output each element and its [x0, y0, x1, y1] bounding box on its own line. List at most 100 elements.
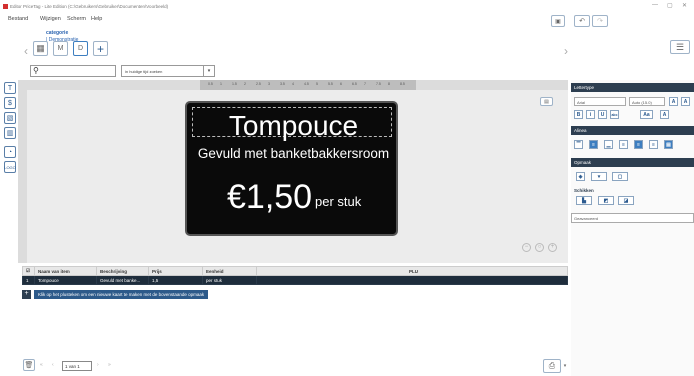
- last-page-button[interactable]: »: [108, 362, 111, 368]
- row-price[interactable]: 1,5: [148, 275, 203, 285]
- italic-button[interactable]: i: [586, 110, 595, 119]
- redo-icon[interactable]: ↷: [592, 15, 608, 27]
- barcode-tool-icon[interactable]: ▥: [4, 127, 16, 139]
- card-price[interactable]: €1,50: [227, 178, 312, 217]
- category-label: categorie: [46, 30, 69, 36]
- distribute-icon[interactable]: ◪: [618, 196, 634, 205]
- table-row[interactable]: 1 Tompouce Gevuld met banke... 1,5 per s…: [22, 275, 568, 285]
- row-unit[interactable]: per stuk: [202, 275, 257, 285]
- underline-button[interactable]: U: [598, 110, 607, 119]
- ruler-label: 4.5: [304, 82, 309, 86]
- first-page-button[interactable]: «: [40, 362, 43, 368]
- zoom-fit-icon[interactable]: ○: [535, 243, 544, 252]
- ruler-label: 8.5: [400, 82, 405, 86]
- col-header-name[interactable]: Naam van item: [34, 266, 97, 276]
- align-middle-icon[interactable]: ≡: [589, 140, 598, 149]
- text-tool-icon[interactable]: T: [4, 82, 16, 94]
- items-table: ☑ Naam van item Beschrijving Prijs Eenhe…: [22, 266, 568, 285]
- panel-header-opmaak: Opmaak: [571, 158, 694, 167]
- template-thumbnail-icon[interactable]: ▦: [33, 41, 48, 56]
- window-title: Editor PriceTag - Lite Edition (C:\Gebru…: [10, 4, 169, 9]
- card-unit[interactable]: per stuk: [315, 194, 361, 209]
- search-scope-select[interactable]: in huidige tijd zoeken ▾: [121, 65, 215, 77]
- ruler-label: 1: [220, 82, 222, 86]
- zoom-in-icon[interactable]: +: [548, 243, 557, 252]
- next-template-icon[interactable]: ›: [562, 44, 570, 58]
- menu-help[interactable]: Help: [91, 16, 102, 22]
- layer-icon[interactable]: ◩: [598, 196, 614, 205]
- select-all-checkbox[interactable]: ☑: [22, 266, 35, 276]
- ruler-label: 3.5: [280, 82, 285, 86]
- shape-tool-icon[interactable]: ◔: [4, 146, 16, 158]
- font-shrink-icon[interactable]: A: [681, 97, 690, 106]
- menu-wijzigen[interactable]: Wijzigen: [40, 16, 61, 22]
- border-color-icon[interactable]: ▾: [591, 172, 607, 181]
- geavanceerd-section[interactable]: Geavanceerd: [571, 213, 694, 223]
- align-top-icon[interactable]: ▔: [574, 140, 583, 149]
- undo-icon[interactable]: ↶: [574, 15, 590, 27]
- title-bar: Editor PriceTag - Lite Edition (C:\Gebru…: [0, 0, 694, 14]
- fill-icon[interactable]: ◈: [576, 172, 585, 181]
- template-m-icon[interactable]: M: [53, 41, 68, 56]
- border-style-icon[interactable]: ▢: [612, 172, 628, 181]
- maximize-button[interactable]: ▢: [667, 2, 673, 9]
- ruler-label: 5.5: [328, 82, 333, 86]
- delete-icon[interactable]: 🗑: [23, 359, 35, 371]
- col-header-price[interactable]: Prijs: [148, 266, 203, 276]
- print-icon[interactable]: ⎙: [543, 359, 561, 373]
- add-template-icon[interactable]: +: [93, 41, 108, 56]
- save-icon[interactable]: ▣: [551, 15, 565, 27]
- page-indicator[interactable]: 1 van 1: [62, 361, 92, 371]
- zoom-out-icon[interactable]: −: [522, 243, 531, 252]
- align-justify-icon[interactable]: ▤: [664, 140, 673, 149]
- font-size-select[interactable]: Auto (15.0): [629, 97, 665, 106]
- prev-page-button[interactable]: ‹: [52, 362, 54, 368]
- minimize-button[interactable]: —: [652, 2, 658, 8]
- card-item-name[interactable]: Tompouce: [187, 110, 400, 142]
- add-card-hint: Klik op het plusteken om een nieuwe kaar…: [34, 290, 209, 299]
- panel-header-alinea: Alinea: [571, 126, 694, 135]
- row-number[interactable]: 1: [22, 275, 35, 285]
- next-page-button[interactable]: ›: [97, 362, 99, 368]
- col-header-plu[interactable]: PLU: [256, 266, 568, 276]
- align-bottom-icon[interactable]: ▁: [604, 140, 613, 149]
- chevron-down-icon[interactable]: ▾: [203, 66, 214, 76]
- close-button[interactable]: ✕: [682, 2, 687, 9]
- align-right-icon[interactable]: ≡: [649, 140, 658, 149]
- card-description[interactable]: Gevuld met banketbakkersroom: [187, 146, 400, 161]
- font-grow-icon[interactable]: A: [669, 97, 678, 106]
- panel-header-lettertype: Lettertype: [571, 83, 694, 92]
- case-button[interactable]: Aa: [640, 110, 653, 119]
- ruler-label: 7.5: [376, 82, 381, 86]
- col-header-description[interactable]: Beschrijving: [96, 266, 149, 276]
- bold-button[interactable]: B: [574, 110, 583, 119]
- logo-tool-icon[interactable]: LOGO: [4, 161, 16, 173]
- align-center-icon[interactable]: ≡: [634, 140, 643, 149]
- align-left-icon[interactable]: ≡: [619, 140, 628, 149]
- price-card[interactable]: Tompouce Gevuld met banketbakkersroom €1…: [185, 101, 398, 236]
- schikken-label: Schikken: [574, 188, 594, 193]
- print-options-chevron-icon[interactable]: ▾: [562, 359, 568, 373]
- ruler-label: 6: [340, 82, 342, 86]
- image-tool-icon[interactable]: ▧: [4, 112, 16, 124]
- ruler-label: 8: [388, 82, 390, 86]
- row-name[interactable]: Tompouce: [34, 275, 97, 285]
- card-options-icon[interactable]: ▤: [540, 97, 553, 106]
- row-description[interactable]: Gevuld met banke...: [96, 275, 149, 285]
- col-header-unit[interactable]: Eenheid: [202, 266, 257, 276]
- ruler-label: 5: [316, 82, 318, 86]
- prev-template-icon[interactable]: ‹: [22, 44, 30, 58]
- search-input[interactable]: ⚲: [30, 65, 116, 77]
- menu-bestand[interactable]: Bestand: [8, 16, 28, 22]
- menu-scherm[interactable]: Scherm: [67, 16, 86, 22]
- properties-panel: [571, 80, 694, 376]
- menu-hamburger-icon[interactable]: ☰: [670, 40, 690, 54]
- font-name-select[interactable]: Arial: [574, 97, 626, 106]
- add-card-button[interactable]: +: [22, 290, 31, 299]
- strike-button[interactable]: abc: [610, 110, 619, 119]
- font-color-button[interactable]: A: [660, 110, 669, 119]
- arrange-icon[interactable]: ▙: [576, 196, 592, 205]
- price-tool-icon[interactable]: $: [4, 97, 16, 109]
- template-d-icon[interactable]: D: [73, 41, 88, 56]
- row-plu[interactable]: [256, 275, 568, 285]
